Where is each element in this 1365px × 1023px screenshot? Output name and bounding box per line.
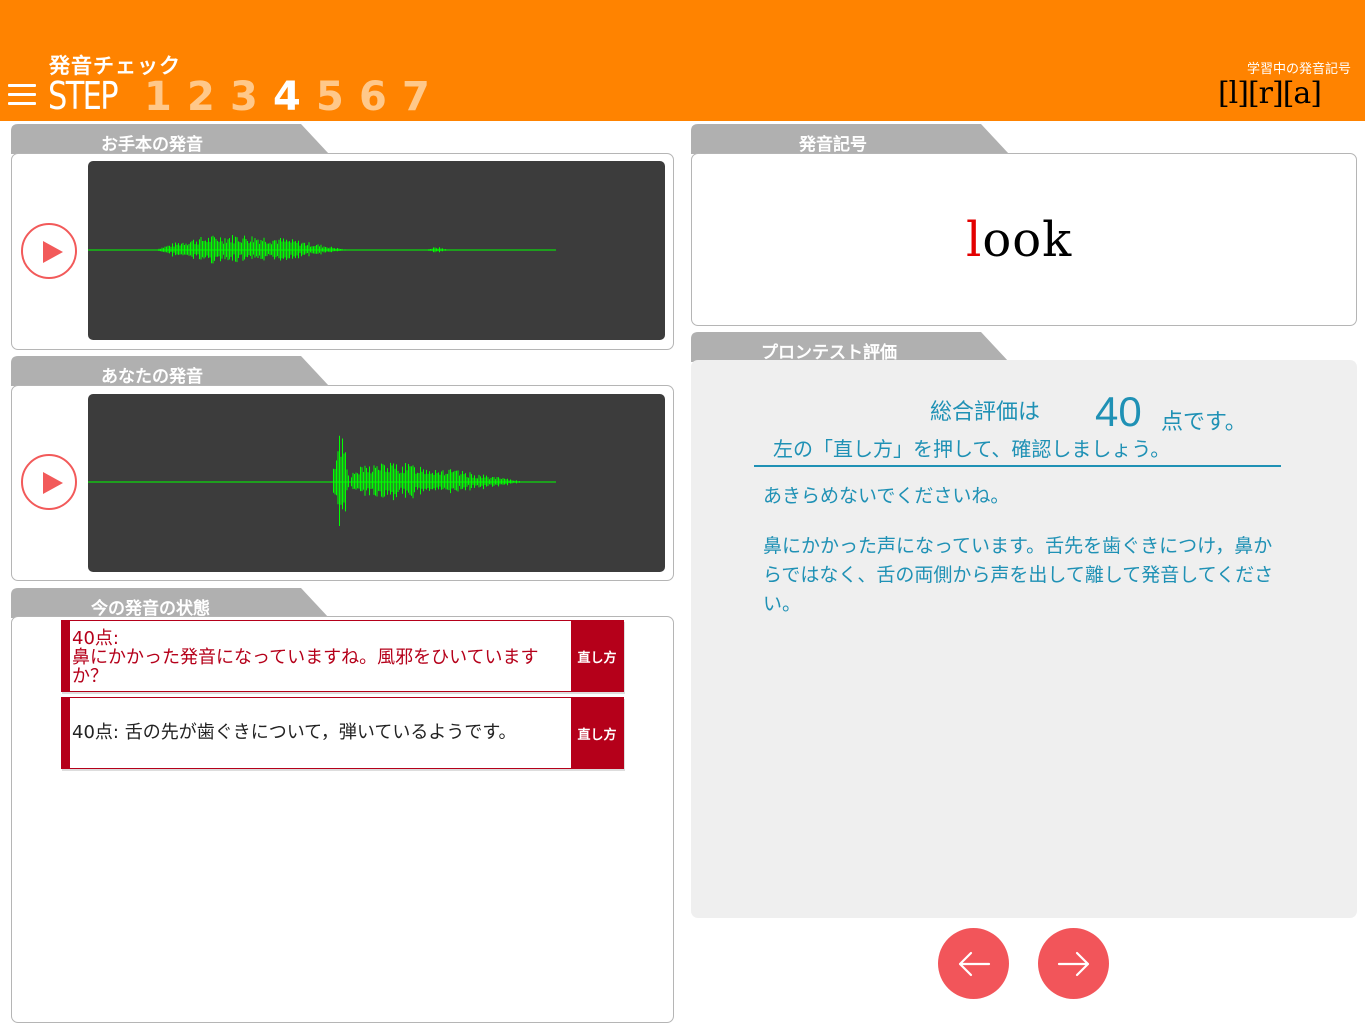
fix-method-button[interactable]: 直し方 [571,698,623,768]
your-waveform-graphic [88,435,556,526]
score-instruction: 左の「直し方」を押して、確認しましょう。 [773,437,1171,461]
studying-symbols-label: 学習中の発音記号 [1246,62,1351,77]
play-icon [43,472,63,494]
score-suffix: 点です。 [1161,410,1247,435]
feedback-text: 40点: 舌の先が歯ぐきについて，弾いているようです。 [72,722,517,743]
next-button[interactable] [1038,928,1109,999]
your-waveform [88,394,665,572]
studying-symbols-value: [l][r][a] [1217,76,1322,111]
step-navigation: 1 2 3 4 5 6 7 [144,74,445,120]
app-header: 発音チェック STEP 1 2 3 4 5 6 7 学習中の発音記号 [l][r… [0,0,1365,121]
encourage-message: あきらめないでくださいね。 [763,485,1010,507]
section-title-symbol: 発音記号 [799,135,867,155]
step-5[interactable]: 5 [316,74,359,120]
model-waveform-graphic [88,235,556,264]
score-value: 40 [1095,388,1142,435]
play-model-button[interactable] [21,223,77,279]
score-divider [754,465,1281,467]
section-tab-yours: あなたの発音 [11,356,331,387]
section-tab-symbol: 発音記号 [691,124,1011,155]
fix-method-button[interactable]: 直し方 [571,621,623,691]
step-6[interactable]: 6 [359,74,402,120]
step-7[interactable]: 7 [402,74,445,120]
target-word: look [966,212,1072,268]
model-waveform [88,161,665,340]
prev-button[interactable] [938,928,1009,999]
step-3[interactable]: 3 [230,74,273,120]
section-tab-status: 今の発音の状態 [11,588,331,619]
score-prefix: 総合評価は [930,400,1041,425]
play-icon [43,241,63,263]
arrow-left-icon [958,951,991,977]
step-2[interactable]: 2 [187,74,230,120]
step-4-current[interactable]: 4 [273,74,316,120]
target-word-rest: ook [982,212,1073,268]
step-1[interactable]: 1 [144,74,187,120]
feedback-item: 40点: 舌の先が歯ぐきについて，弾いているようです。 直し方 [61,697,624,769]
section-tab-evaluation: プロンテスト評価 [691,332,1011,363]
section-tab-model: お手本の発音 [11,124,331,155]
advice-message: 鼻にかかった声になっています。舌先を歯ぐきにつけ，鼻からではなく、舌の両側から声… [763,535,1274,615]
play-yours-button[interactable] [21,454,77,510]
target-word-highlight: l [966,212,983,268]
feedback-item: 40点: 鼻にかかった発音になっていますね。風邪をひいています か？ 直し方 [61,620,624,692]
section-title-model: お手本の発音 [101,135,203,155]
feedback-text: 40点: 鼻にかかった発音になっていますね。風邪をひいています か？ [72,628,539,687]
hamburger-icon[interactable] [8,84,36,108]
arrow-right-icon [1057,951,1090,977]
step-label: STEP [48,74,119,118]
section-title-yours: あなたの発音 [101,367,203,387]
